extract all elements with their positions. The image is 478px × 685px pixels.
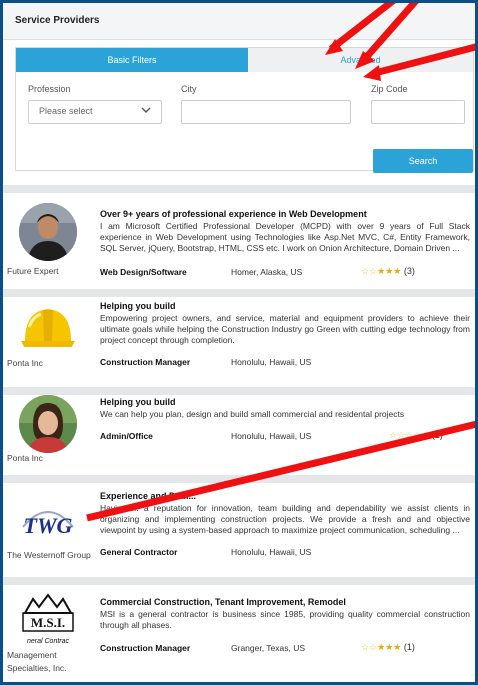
tab-basic-filters[interactable]: Basic Filters (16, 48, 248, 72)
rating: ☆☆☆☆☆ (1) (389, 430, 443, 441)
provider-location: Granger, Texas, US (231, 643, 306, 653)
zip-label: Zip Code (371, 84, 408, 94)
page-header: Service Providers (3, 3, 475, 40)
rating-count: (3) (403, 266, 415, 276)
star-filled-icon: ★★★ (377, 642, 402, 652)
person-female-icon (19, 395, 77, 453)
hard-hat-icon (19, 301, 77, 359)
company-name: The Westernoff Group (7, 550, 91, 560)
provider-headline[interactable]: Helping you build (100, 397, 176, 407)
person-male-icon (19, 203, 77, 261)
provider-card[interactable]: Ponta Inc Helping you build We can help … (3, 395, 475, 475)
provider-headline[interactable]: Commercial Construction, Tenant Improvem… (100, 597, 346, 607)
profession-label: Profession (28, 84, 71, 94)
page-title: Service Providers (15, 15, 100, 26)
star-outline-icon: ☆☆☆☆☆ (389, 430, 430, 440)
search-button[interactable]: Search (373, 149, 473, 173)
provider-category: Construction Manager (100, 643, 191, 653)
provider-headline[interactable]: Experience and Dedi... (100, 491, 196, 501)
company-name: Management Specialties, Inc. (7, 650, 67, 673)
provider-card[interactable]: M.S.I. neral Contrac Management Specialt… (3, 585, 475, 682)
divider (3, 289, 475, 297)
provider-card[interactable]: TWG The Westernoff Group Experience and … (3, 483, 475, 577)
logo-subtext: neral Contrac (27, 638, 70, 645)
rating-count: (1) (403, 642, 415, 652)
provider-location: Honolulu, Hawaii, US (231, 357, 312, 367)
provider-category: Admin/Office (100, 431, 153, 441)
star-filled-icon: ★★★ (377, 266, 402, 276)
provider-location: Honolulu, Hawaii, US (231, 547, 312, 557)
company-name: Ponta Inc (7, 358, 43, 368)
star-outline-icon: ☆☆ (361, 642, 378, 652)
zip-code-input[interactable] (371, 100, 465, 124)
provider-description: We can help you plan, design and build s… (100, 409, 405, 419)
provider-card[interactable]: Ponta Inc Helping you build Empowering p… (3, 297, 475, 387)
provider-description: I am Microsoft Certified Professional De… (100, 221, 470, 253)
provider-location: Honolulu, Hawaii, US (231, 431, 312, 441)
provider-headline[interactable]: Over 9+ years of professional experience… (100, 209, 367, 219)
divider (3, 185, 475, 193)
provider-headline[interactable]: Helping you build (100, 301, 176, 311)
rating: ☆☆★★★ (1) (361, 642, 415, 653)
city-input[interactable] (181, 100, 351, 124)
profession-select[interactable]: Please select (28, 100, 162, 124)
provider-category: General Contractor (100, 547, 178, 557)
city-label: City (181, 84, 197, 94)
rating: ☆☆★★★ (3) (361, 266, 415, 277)
provider-description: Empowering project owners, and service, … (100, 313, 470, 345)
company-name: Future Expert (7, 266, 59, 276)
logo-text: M.S.I. (31, 615, 65, 630)
provider-category: Construction Manager (100, 357, 191, 367)
logo-text: TWG (24, 513, 73, 538)
chevron-down-icon (141, 107, 151, 113)
twg-logo-icon: TWG (19, 493, 77, 551)
provider-description: Having ... a reputation for innovation, … (100, 503, 470, 535)
provider-category: Web Design/Software (100, 267, 187, 277)
window-frame: Add/Manage Service Providers Basic Filte… (0, 0, 478, 685)
divider (3, 577, 475, 585)
provider-location: Homer, Alaska, US (231, 267, 303, 277)
star-outline-icon: ☆☆ (361, 266, 378, 276)
provider-description: MSI is a general contractor is business … (100, 609, 470, 630)
divider (3, 475, 475, 483)
rating-count: (1) (431, 430, 443, 440)
msi-logo-icon: M.S.I. neral Contrac (19, 591, 77, 649)
divider (3, 387, 475, 395)
company-name: Ponta Inc (7, 453, 43, 463)
tab-advanced-filters[interactable]: Advanced (248, 48, 473, 72)
profession-select-value: Please select (39, 106, 93, 116)
provider-card[interactable]: Future Expert Over 9+ years of professio… (3, 193, 475, 289)
